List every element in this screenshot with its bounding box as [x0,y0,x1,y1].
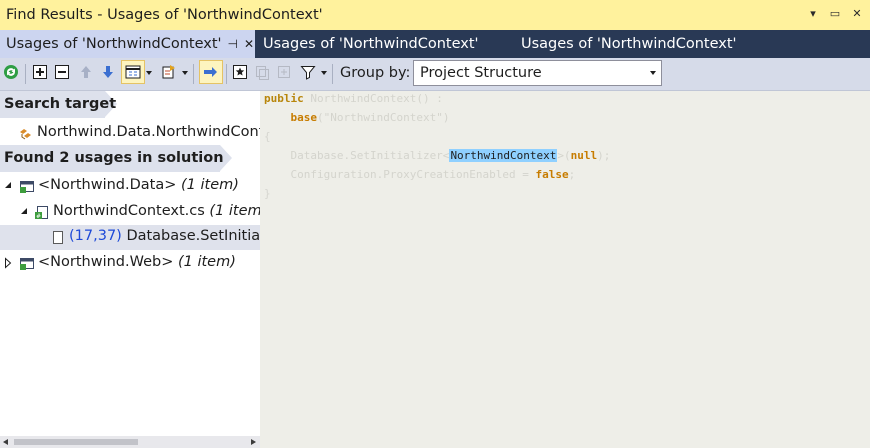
close-window-icon[interactable]: ✕ [850,6,864,22]
toolbar-separator [332,64,333,84]
usage-location: (17,37) [69,228,122,244]
go-to-icon[interactable] [199,60,223,84]
code-line: Database.SetInitializer<NorthwindContext… [264,149,611,162]
tab-label: Usages of 'NorthwindContext' [6,36,222,52]
group-by-select[interactable]: Project Structure [413,60,662,86]
window-title-bar: Find Results - Usages of 'NorthwindConte… [0,0,870,30]
code-preview: public NorthwindContext() : base("Northw… [260,91,870,448]
tree-node-file[interactable]: # NorthwindContext.cs (1 item) [0,200,260,225]
search-target-header: Search target [0,91,260,118]
horizontal-scrollbar[interactable] [0,436,260,448]
code-line: public NorthwindContext() : [264,92,443,105]
scroll-right-icon[interactable] [251,439,256,445]
scroll-left-icon[interactable] [3,439,8,445]
code-line: } [264,187,271,200]
item-count: (1 item) [209,203,260,219]
previous-occurrence-icon[interactable] [77,63,95,81]
results-tab-strip: Usages of 'NorthwindContext' ⊣ ✕ Usages of… [0,30,870,58]
code-line: Configuration.ProxyCreationEnabled = fal… [264,168,576,181]
expand-arrow-icon[interactable] [4,257,19,272]
tree-node-usage[interactable]: (17,37) Database.SetInitializer<Northwin… [0,225,260,250]
tab-usages-3[interactable]: Usages of 'NorthwindContext' [515,30,737,58]
copy-icon[interactable] [253,63,271,81]
usage-highlight: NorthwindContext [449,149,558,162]
chevron-down-icon [650,71,656,75]
presentation-dropdown-icon[interactable] [146,71,152,75]
project-name: <Northwind.Data> [38,177,177,193]
toolbar-separator [25,64,26,84]
filter-dropdown-icon[interactable] [321,71,327,75]
pin-tab-icon[interactable]: ⊣ [228,37,238,51]
item-count: (1 item) [180,177,239,193]
search-target-item[interactable]: Northwind.Data.NorthwindContext [0,121,260,146]
next-occurrence-icon[interactable] [99,63,117,81]
filter-icon[interactable] [299,63,317,81]
results-tree: Search target Northwind.Data.NorthwindCo… [0,91,260,436]
close-tab-icon[interactable]: ✕ [244,37,254,51]
collapse-arrow-icon[interactable] [21,208,27,214]
code-line: { [264,130,271,143]
file-name: NorthwindContext.cs [53,203,205,219]
found-usages-title: Found 2 usages in solution [4,150,224,166]
export-icon[interactable] [275,63,293,81]
search-target-name: Northwind.Data.NorthwindContext [37,124,260,140]
toolbar-separator [193,64,194,84]
item-count: (1 item) [177,254,236,270]
group-by-value: Project Structure [420,65,542,81]
filter-options-dropdown-icon[interactable] [182,71,188,75]
tab-usages-1[interactable]: Usages of 'NorthwindContext' ⊣ ✕ [0,30,255,58]
code-line: base("NorthwindContext") [290,111,450,124]
project-icon [20,181,34,193]
expand-all-icon[interactable] [31,63,49,81]
tab-usages-2[interactable]: Usages of 'NorthwindContext' [257,30,479,58]
csharp-file-icon: # [35,206,48,220]
presentation-icon[interactable] [121,60,145,84]
toolbar-separator [226,64,227,84]
collapse-arrow-icon[interactable] [5,182,11,188]
search-target-title: Search target [4,96,117,112]
window-title: Find Results - Usages of 'NorthwindConte… [6,7,323,23]
class-icon [20,129,31,140]
project-icon [20,258,34,270]
tab-label: Usages of 'NorthwindContext' [263,36,479,52]
usage-text: Database.SetInitializer<NorthwindContext… [126,228,260,244]
refresh-icon[interactable] [2,63,20,81]
filter-options-icon[interactable] [160,63,178,81]
toolbar: Group by: Project Structure [0,58,870,91]
scroll-thumb[interactable] [14,439,138,445]
window-dropdown-icon[interactable]: ▾ [806,6,820,22]
svg-text:#: # [36,213,41,220]
project-name: <Northwind.Web> [38,254,174,270]
tree-node-project[interactable]: <Northwind.Data> (1 item) [0,174,260,199]
tab-label: Usages of 'NorthwindContext' [521,36,737,52]
pin-results-icon[interactable] [231,63,249,81]
found-usages-header: Found 2 usages in solution [0,145,260,172]
usage-line-icon [53,231,63,244]
group-by-label: Group by: [340,65,411,81]
tree-node-project[interactable]: <Northwind.Web> (1 item) [0,251,260,276]
collapse-all-icon[interactable] [53,63,71,81]
maximize-icon[interactable]: ▭ [828,6,842,22]
